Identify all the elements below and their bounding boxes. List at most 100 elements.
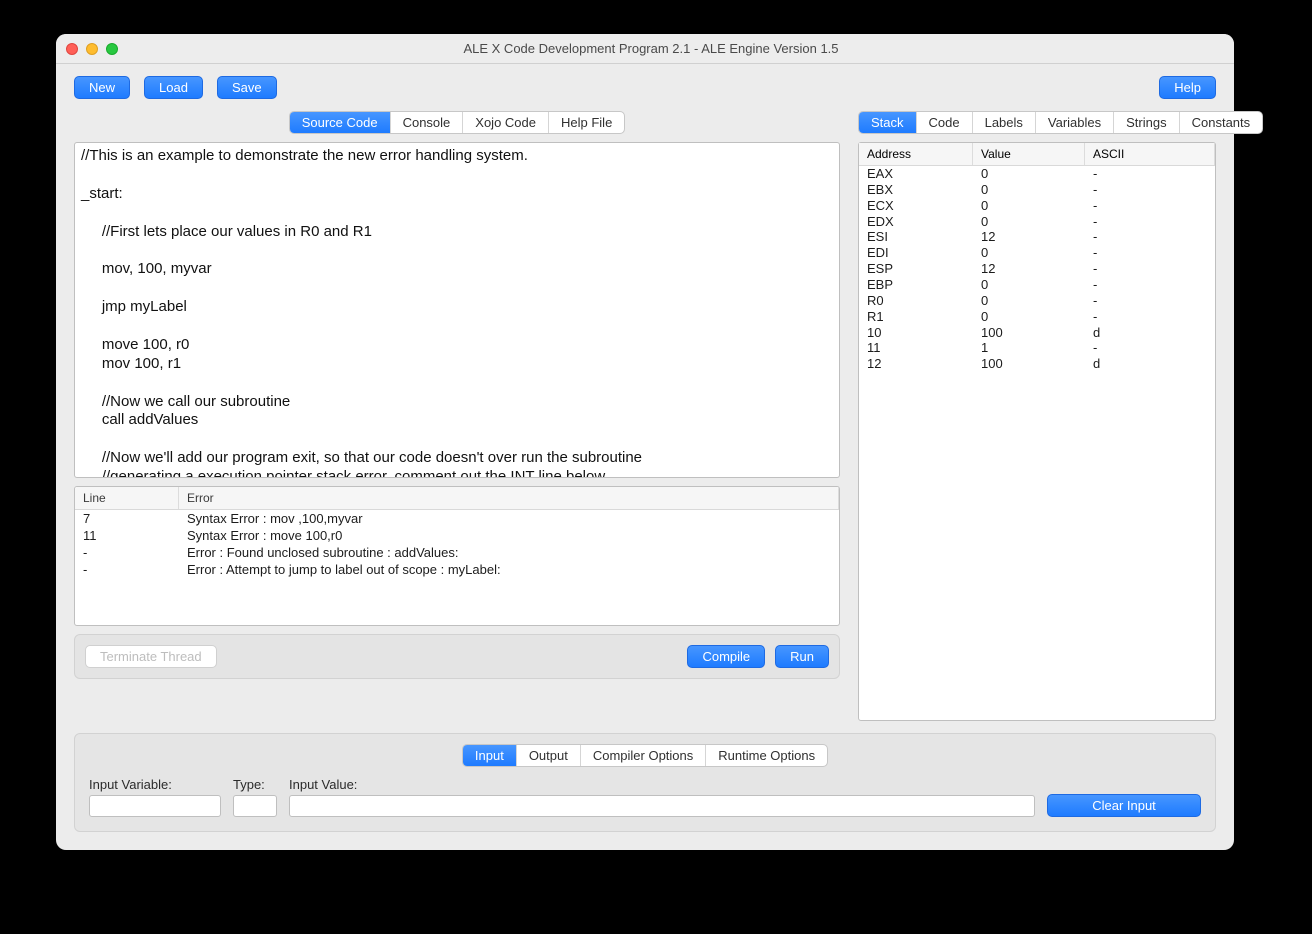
input-value-label: Input Value: [289, 777, 1035, 792]
error-text: Syntax Error : mov ,100,myvar [179, 510, 839, 527]
error-line: 11 [75, 527, 179, 544]
compile-button[interactable]: Compile [687, 645, 765, 668]
stack-ascii: - [1085, 229, 1215, 245]
stack-value: 0 [973, 214, 1085, 230]
stack-ascii: - [1085, 293, 1215, 309]
tab-help-file[interactable]: Help File [549, 112, 624, 133]
inspector-tabs[interactable]: StackCodeLabelsVariablesStringsConstants [858, 111, 1263, 134]
stack-value: 12 [973, 261, 1085, 277]
close-icon[interactable] [66, 43, 78, 55]
tab-code[interactable]: Code [917, 112, 973, 133]
tab-xojo-code[interactable]: Xojo Code [463, 112, 549, 133]
error-text: Syntax Error : move 100,r0 [179, 527, 839, 544]
error-row[interactable]: -Error : Attempt to jump to label out of… [75, 561, 839, 578]
stack-value: 0 [973, 309, 1085, 325]
stack-row[interactable]: EBP0- [859, 277, 1215, 293]
window-title: ALE X Code Development Program 2.1 - ALE… [118, 41, 1184, 56]
stack-row[interactable]: EDX0- [859, 214, 1215, 230]
terminate-thread-button[interactable]: Terminate Thread [85, 645, 217, 668]
error-panel: Line Error 7Syntax Error : mov ,100,myva… [74, 486, 840, 626]
error-line: - [75, 561, 179, 578]
stack-address: EAX [859, 166, 973, 182]
stack-ascii: - [1085, 261, 1215, 277]
stack-ascii: d [1085, 356, 1215, 372]
stack-row[interactable]: R00- [859, 293, 1215, 309]
stack-row[interactable]: ESI12- [859, 229, 1215, 245]
tab-variables[interactable]: Variables [1036, 112, 1114, 133]
new-button[interactable]: New [74, 76, 130, 99]
stack-address: EDI [859, 245, 973, 261]
input-type-label: Type: [233, 777, 277, 792]
stack-value: 0 [973, 293, 1085, 309]
input-variable-label: Input Variable: [89, 777, 221, 792]
errors-col-line: Line [75, 487, 179, 509]
stack-address: EBX [859, 182, 973, 198]
stack-address: ECX [859, 198, 973, 214]
stack-ascii: - [1085, 214, 1215, 230]
tab-compiler-options[interactable]: Compiler Options [581, 745, 706, 766]
stack-value: 12 [973, 229, 1085, 245]
stack-panel: Address Value ASCII EAX0-EBX0-ECX0-EDX0-… [858, 142, 1216, 721]
tab-input[interactable]: Input [463, 745, 517, 766]
stack-address: R1 [859, 309, 973, 325]
help-button[interactable]: Help [1159, 76, 1216, 99]
tab-source-code[interactable]: Source Code [290, 112, 391, 133]
input-variable-field[interactable] [89, 795, 221, 817]
stack-ascii: - [1085, 198, 1215, 214]
tab-constants[interactable]: Constants [1180, 112, 1263, 133]
stack-ascii: - [1085, 340, 1215, 356]
stack-row[interactable]: ECX0- [859, 198, 1215, 214]
stack-row[interactable]: 111- [859, 340, 1215, 356]
stack-row[interactable]: 10100d [859, 325, 1215, 341]
stack-address: 11 [859, 340, 973, 356]
stack-row[interactable]: ESP12- [859, 261, 1215, 277]
load-button[interactable]: Load [144, 76, 203, 99]
tab-strings[interactable]: Strings [1114, 112, 1179, 133]
run-button[interactable]: Run [775, 645, 829, 668]
clear-input-button[interactable]: Clear Input [1047, 794, 1201, 817]
source-editor[interactable]: //This is an example to demonstrate the … [74, 142, 840, 478]
errors-col-error: Error [179, 487, 839, 509]
stack-col-address: Address [859, 143, 973, 165]
stack-ascii: - [1085, 182, 1215, 198]
stack-value: 0 [973, 166, 1085, 182]
stack-address: EBP [859, 277, 973, 293]
stack-row[interactable]: EBX0- [859, 182, 1215, 198]
tab-stack[interactable]: Stack [859, 112, 917, 133]
toolbar: New Load Save Help [74, 76, 1216, 99]
stack-address: 12 [859, 356, 973, 372]
error-row[interactable]: 7Syntax Error : mov ,100,myvar [75, 510, 839, 527]
error-line: - [75, 544, 179, 561]
stack-address: ESP [859, 261, 973, 277]
error-row[interactable]: -Error : Found unclosed subroutine : add… [75, 544, 839, 561]
stack-address: 10 [859, 325, 973, 341]
stack-ascii: - [1085, 309, 1215, 325]
stack-value: 1 [973, 340, 1085, 356]
stack-row[interactable]: R10- [859, 309, 1215, 325]
stack-row[interactable]: 12100d [859, 356, 1215, 372]
save-button[interactable]: Save [217, 76, 277, 99]
editor-tabs[interactable]: Source CodeConsoleXojo CodeHelp File [289, 111, 626, 134]
tab-runtime-options[interactable]: Runtime Options [706, 745, 827, 766]
tab-console[interactable]: Console [391, 112, 464, 133]
input-type-field[interactable] [233, 795, 277, 817]
titlebar: ALE X Code Development Program 2.1 - ALE… [56, 34, 1234, 64]
stack-ascii: d [1085, 325, 1215, 341]
stack-value: 0 [973, 198, 1085, 214]
input-value-field[interactable] [289, 795, 1035, 817]
stack-address: EDX [859, 214, 973, 230]
error-line: 7 [75, 510, 179, 527]
io-tabs[interactable]: InputOutputCompiler OptionsRuntime Optio… [462, 744, 828, 767]
stack-ascii: - [1085, 277, 1215, 293]
stack-value: 100 [973, 325, 1085, 341]
stack-value: 0 [973, 277, 1085, 293]
stack-value: 100 [973, 356, 1085, 372]
action-bar: Terminate Thread Compile Run [74, 634, 840, 679]
tab-output[interactable]: Output [517, 745, 581, 766]
zoom-icon[interactable] [106, 43, 118, 55]
tab-labels[interactable]: Labels [973, 112, 1036, 133]
error-row[interactable]: 11Syntax Error : move 100,r0 [75, 527, 839, 544]
minimize-icon[interactable] [86, 43, 98, 55]
stack-row[interactable]: EAX0- [859, 166, 1215, 182]
stack-row[interactable]: EDI0- [859, 245, 1215, 261]
